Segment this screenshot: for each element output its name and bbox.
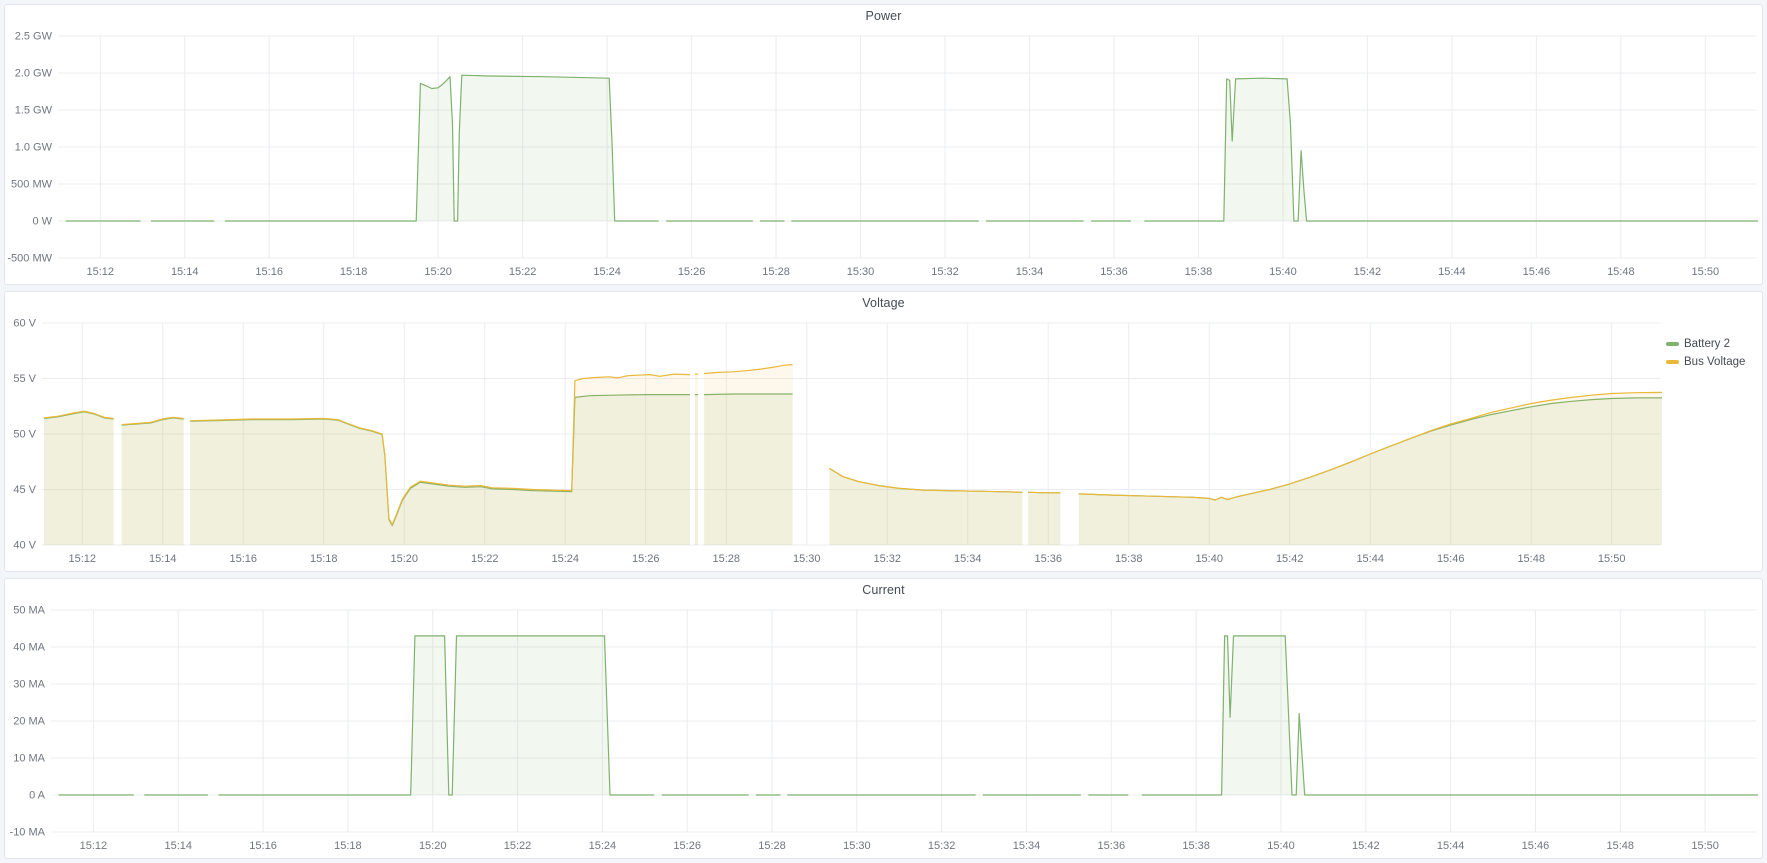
svg-text:50 MA: 50 MA [13, 605, 45, 617]
current-chart-canvas[interactable]: 15:12 15:14 15:16 15:18 15:20 15:22 15:24 15:26… [5, 600, 1762, 858]
voltage-panel: Voltage 15:1215:1415:1615:1815:2015:2215… [4, 291, 1763, 572]
svg-text:15:48: 15:48 [1517, 553, 1545, 565]
svg-text:15:22: 15:22 [509, 266, 537, 278]
svg-text:15:12: 15:12 [86, 266, 114, 278]
svg-text:15:48: 15:48 [1607, 266, 1635, 278]
svg-text:55 V: 55 V [13, 373, 36, 385]
svg-text:15:28: 15:28 [712, 553, 740, 565]
current-panel: Current 15:1215:1415:1615:1815:2015:2215… [4, 578, 1763, 859]
svg-text:15:50: 15:50 [1692, 266, 1720, 278]
svg-text:500 MW: 500 MW [11, 179, 53, 191]
svg-text:15:44: 15:44 [1438, 266, 1466, 278]
svg-text:1.0 GW: 1.0 GW [15, 142, 53, 154]
svg-text:15:38: 15:38 [1185, 266, 1213, 278]
svg-text:15:12: 15:12 [80, 840, 108, 852]
svg-text:15:34: 15:34 [1013, 840, 1041, 852]
svg-text:40 MA: 40 MA [13, 642, 45, 654]
svg-text:15:28: 15:28 [762, 266, 790, 278]
svg-text:15:34: 15:34 [1016, 266, 1044, 278]
svg-text:15:14: 15:14 [171, 266, 199, 278]
svg-text:15:16: 15:16 [229, 553, 257, 565]
current-panel-title[interactable]: Current [5, 579, 1762, 600]
svg-text:15:32: 15:32 [873, 553, 901, 565]
svg-text:15:46: 15:46 [1523, 266, 1551, 278]
svg-text:15:42: 15:42 [1354, 266, 1382, 278]
svg-text:15:50: 15:50 [1598, 553, 1626, 565]
voltage-legend: Battery 2 Bus Voltage [1666, 313, 1762, 571]
svg-text:15:20: 15:20 [424, 266, 452, 278]
voltage-chart-canvas[interactable]: 15:12 15:14 15:16 15:18 15:20 15:22 15:24 15:26… [5, 313, 1666, 571]
legend-dash-icon [1666, 360, 1679, 364]
legend-label: Bus Voltage [1684, 355, 1745, 369]
svg-text:30 MA: 30 MA [13, 679, 45, 691]
svg-text:15:16: 15:16 [255, 266, 283, 278]
svg-text:15:36: 15:36 [1098, 840, 1126, 852]
voltage-panel-title[interactable]: Voltage [5, 292, 1762, 313]
svg-text:15:42: 15:42 [1352, 840, 1380, 852]
svg-text:15:28: 15:28 [758, 840, 786, 852]
svg-text:15:24: 15:24 [589, 840, 617, 852]
dashboard: Power 15:12 15:14 15:16 15:18 15:20 15:22 15:2… [0, 0, 1767, 863]
svg-text:15:30: 15:30 [843, 840, 871, 852]
svg-text:15:22: 15:22 [471, 553, 499, 565]
svg-text:15:34: 15:34 [954, 553, 982, 565]
svg-text:15:38: 15:38 [1115, 553, 1143, 565]
svg-text:15:44: 15:44 [1437, 840, 1465, 852]
voltage-panel-body: 15:12 15:14 15:16 15:18 15:20 15:22 15:24 15:26… [5, 313, 1762, 571]
svg-text:15:30: 15:30 [847, 266, 875, 278]
svg-text:15:32: 15:32 [928, 840, 956, 852]
svg-text:15:46: 15:46 [1522, 840, 1550, 852]
legend-dash-icon [1666, 342, 1679, 346]
svg-text:15:16: 15:16 [249, 840, 277, 852]
svg-text:15:14: 15:14 [164, 840, 192, 852]
power-panel: Power 15:12 15:14 15:16 15:18 15:20 15:22 15:2… [4, 4, 1763, 285]
svg-text:15:44: 15:44 [1356, 553, 1384, 565]
legend-item-bus-voltage[interactable]: Bus Voltage [1666, 355, 1762, 369]
svg-text:15:22: 15:22 [504, 840, 532, 852]
svg-text:45 V: 45 V [13, 484, 36, 496]
svg-text:15:18: 15:18 [334, 840, 362, 852]
svg-text:2.5 GW: 2.5 GW [15, 31, 53, 43]
svg-text:15:40: 15:40 [1269, 266, 1297, 278]
power-panel-title[interactable]: Power [5, 5, 1762, 26]
svg-text:15:26: 15:26 [632, 553, 660, 565]
svg-text:0 W: 0 W [32, 216, 52, 228]
svg-text:0 A: 0 A [29, 790, 46, 802]
svg-text:15:20: 15:20 [419, 840, 447, 852]
svg-text:1.5 GW: 1.5 GW [15, 105, 53, 117]
svg-text:15:26: 15:26 [678, 266, 706, 278]
svg-text:-500 MW: -500 MW [7, 253, 52, 265]
svg-text:15:24: 15:24 [593, 266, 621, 278]
svg-text:15:38: 15:38 [1182, 840, 1210, 852]
svg-text:40 V: 40 V [13, 540, 36, 552]
current-panel-body: 15:12 15:14 15:16 15:18 15:20 15:22 15:24 15:26… [5, 600, 1762, 858]
svg-text:15:40: 15:40 [1195, 553, 1223, 565]
svg-text:20 MA: 20 MA [13, 716, 45, 728]
svg-text:15:18: 15:18 [340, 266, 368, 278]
svg-text:15:24: 15:24 [551, 553, 579, 565]
svg-text:15:46: 15:46 [1437, 553, 1465, 565]
legend-label: Battery 2 [1684, 337, 1730, 351]
svg-text:15:18: 15:18 [310, 553, 338, 565]
svg-text:15:32: 15:32 [931, 266, 959, 278]
svg-text:15:42: 15:42 [1276, 553, 1304, 565]
svg-text:15:50: 15:50 [1691, 840, 1719, 852]
svg-text:15:12: 15:12 [68, 553, 96, 565]
power-panel-body: 15:12 15:14 15:16 15:18 15:20 15:22 15:24 15:26… [5, 26, 1762, 284]
svg-text:15:36: 15:36 [1100, 266, 1128, 278]
svg-text:15:26: 15:26 [673, 840, 701, 852]
svg-text:15:20: 15:20 [390, 553, 418, 565]
svg-text:2.0 GW: 2.0 GW [15, 68, 53, 80]
svg-text:60 V: 60 V [13, 318, 36, 330]
svg-text:10 MA: 10 MA [13, 753, 45, 765]
svg-text:-10 MA: -10 MA [10, 827, 46, 839]
svg-text:15:40: 15:40 [1267, 840, 1295, 852]
svg-text:15:14: 15:14 [149, 553, 177, 565]
svg-text:15:36: 15:36 [1034, 553, 1062, 565]
legend-item-battery-2[interactable]: Battery 2 [1666, 337, 1762, 351]
power-chart-canvas[interactable]: 15:12 15:14 15:16 15:18 15:20 15:22 15:24 15:26… [5, 26, 1762, 284]
svg-text:15:48: 15:48 [1607, 840, 1635, 852]
svg-text:15:30: 15:30 [793, 553, 821, 565]
svg-text:50 V: 50 V [13, 429, 36, 441]
